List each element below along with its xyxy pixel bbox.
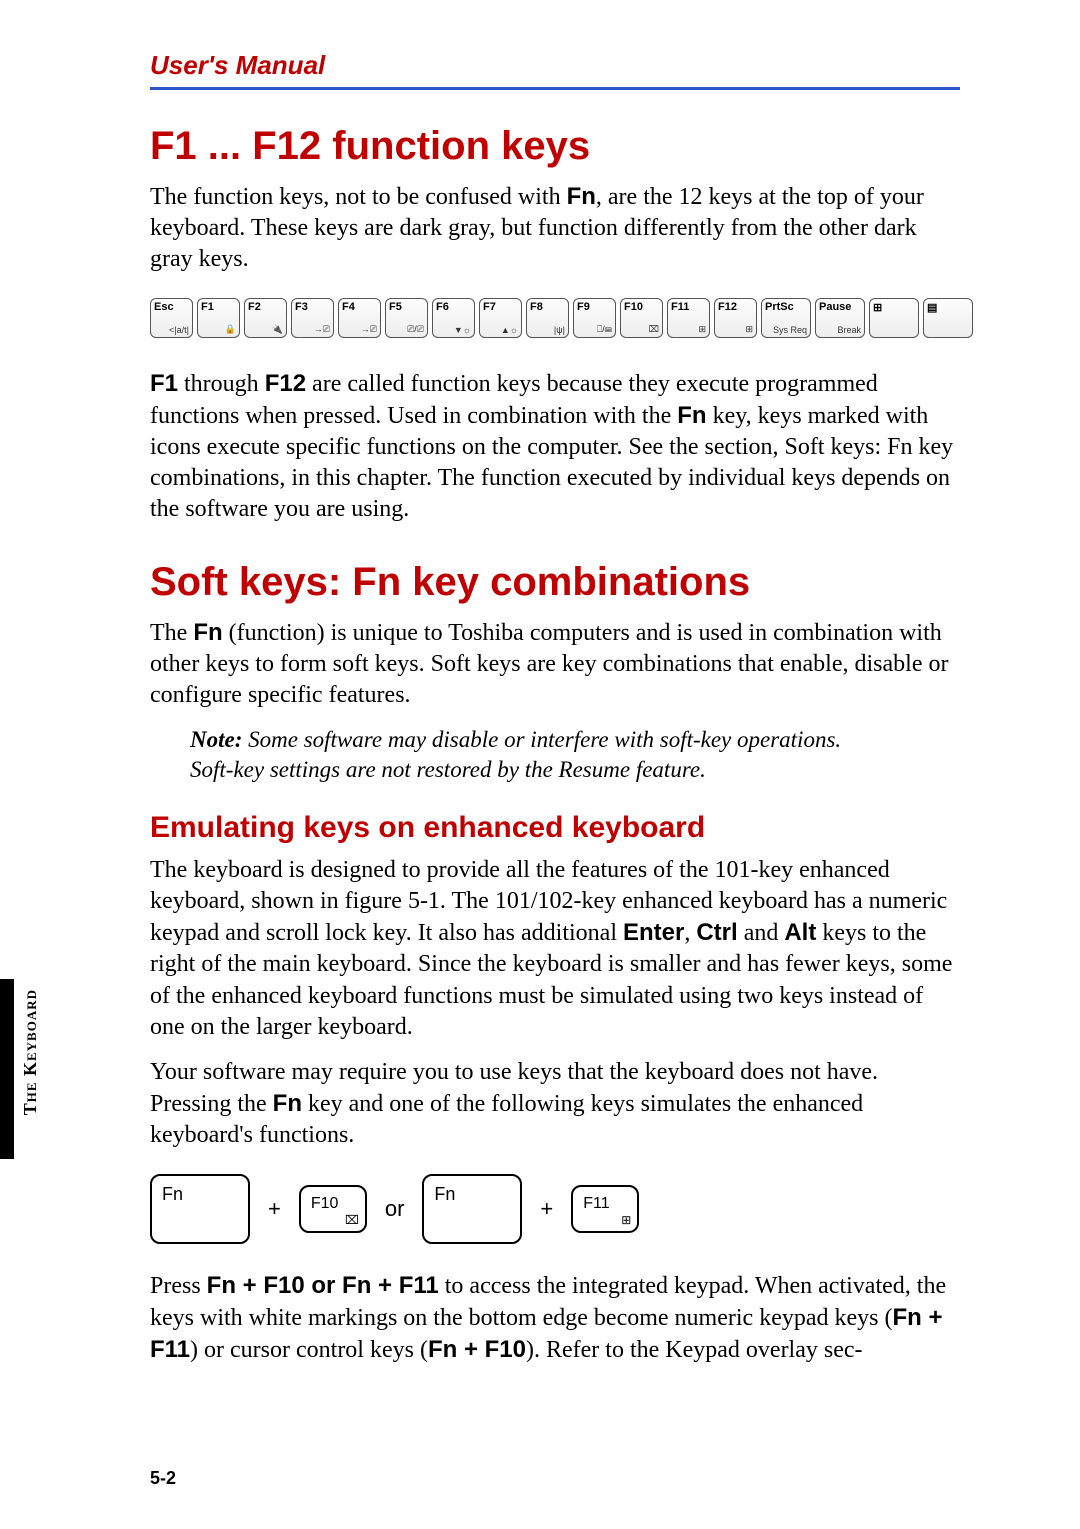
key-⊞: ⊞ bbox=[869, 298, 919, 338]
key-f5: F5⎚/⎚ bbox=[385, 298, 428, 338]
key-combo-figure: Fn + F10⌧ or Fn + F11⊞ bbox=[150, 1174, 960, 1244]
header-rule bbox=[150, 87, 960, 90]
key-f10: F10⌧ bbox=[620, 298, 663, 338]
fn-key-icon-2: Fn bbox=[422, 1174, 522, 1244]
header-title: User's Manual bbox=[150, 50, 960, 81]
key-f6: F6▼☼ bbox=[432, 298, 475, 338]
side-tab: The Keyboard bbox=[0, 979, 41, 1159]
key-pause: PauseBreak bbox=[815, 298, 865, 338]
key-f8: F8|ψ| bbox=[526, 298, 569, 338]
key-▤: ▤ bbox=[923, 298, 973, 338]
key-f7: F7▲☼ bbox=[479, 298, 522, 338]
paragraph-6: Press Fn + F10 or Fn + F11 to access the… bbox=[150, 1270, 960, 1367]
subsection-heading-emulating: Emulating keys on enhanced keyboard bbox=[150, 811, 960, 845]
section-heading-f1f12: F1 ... F12 function keys bbox=[150, 124, 960, 169]
paragraph-4: The keyboard is designed to provide all … bbox=[150, 855, 960, 1043]
key-f9: F9⎕/⌨ bbox=[573, 298, 616, 338]
key-prtsc: PrtScSys Req bbox=[761, 298, 811, 338]
or-text: or bbox=[385, 1196, 405, 1222]
note-paragraph: Note: Some software may disable or inter… bbox=[190, 725, 890, 785]
key-f4: F4→⎚ bbox=[338, 298, 381, 338]
key-f1: F1🔒 bbox=[197, 298, 240, 338]
paragraph-2: F1 through F12 are called function keys … bbox=[150, 368, 960, 526]
f11-key-icon: F11⊞ bbox=[571, 1185, 639, 1233]
side-tab-bar bbox=[0, 979, 14, 1159]
function-key-row-figure: Esc<|a/t|F1🔒F2🔌F3→⎚F4→⎚F5⎚/⎚F6▼☼F7▲☼F8|ψ… bbox=[150, 298, 960, 338]
side-tab-label: The Keyboard bbox=[20, 979, 41, 1125]
section-heading-softkeys: Soft keys: Fn key combinations bbox=[150, 560, 960, 605]
paragraph-5: Your software may require you to use key… bbox=[150, 1057, 960, 1152]
fn-key-icon: Fn bbox=[150, 1174, 250, 1244]
plus-icon-2: + bbox=[540, 1196, 553, 1222]
key-f2: F2🔌 bbox=[244, 298, 287, 338]
key-f3: F3→⎚ bbox=[291, 298, 334, 338]
key-f12: F12⊞ bbox=[714, 298, 757, 338]
f10-key-icon: F10⌧ bbox=[299, 1185, 367, 1233]
paragraph-1: The function keys, not to be confused wi… bbox=[150, 181, 960, 276]
paragraph-3: The Fn (function) is unique to Toshiba c… bbox=[150, 617, 960, 712]
key-esc: Esc<|a/t| bbox=[150, 298, 193, 338]
key-f11: F11⊞ bbox=[667, 298, 710, 338]
page-number: 5-2 bbox=[150, 1468, 176, 1489]
plus-icon: + bbox=[268, 1196, 281, 1222]
